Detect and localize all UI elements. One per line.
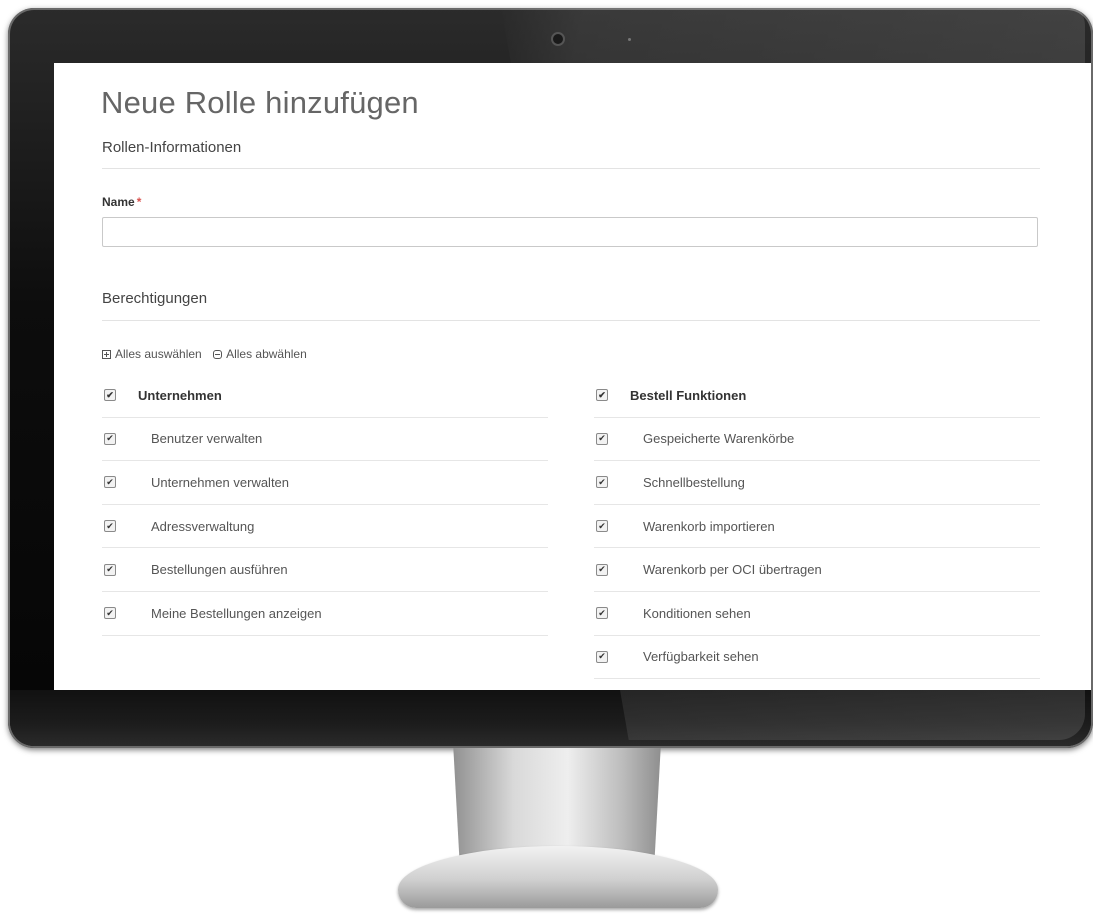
permission-label: Konditionen sehen <box>643 605 751 621</box>
permission-row[interactable]: ✔ Bestellungen ausführen <box>102 548 548 592</box>
permission-label: Schnellbestellung <box>643 474 745 490</box>
checkbox-checked-icon[interactable]: ✔ <box>596 476 608 489</box>
plus-square-icon <box>102 349 111 359</box>
checkbox-checked-icon[interactable]: ✔ <box>104 520 116 533</box>
permission-row[interactable]: ✔ Meine Bestellungen anzeigen <box>102 592 548 636</box>
permission-row[interactable]: ✔ Unternehmen verwalten <box>102 461 548 505</box>
deselect-all-link[interactable]: Alles abwählen <box>213 347 307 361</box>
checkbox-checked-icon[interactable]: ✔ <box>596 432 608 445</box>
light-sensor-icon <box>628 38 631 41</box>
permission-row[interactable]: ✔ Warenkorb per OCI übertragen <box>594 548 1040 592</box>
permission-row[interactable]: ✔ Warenkorb importieren <box>594 505 1040 549</box>
permission-row[interactable]: ✔ Verfügbarkeit sehen <box>594 636 1040 680</box>
permission-group-row[interactable]: ✔ Unternehmen <box>102 374 548 418</box>
permission-label: Warenkorb per OCI übertragen <box>643 562 822 578</box>
permission-label: Benutzer verwalten <box>151 431 263 447</box>
checkbox-checked-icon[interactable]: ✔ <box>104 563 116 576</box>
section-title-role-info: Rollen-Informationen <box>102 139 242 156</box>
permission-group-order-functions: ✔ Bestell Funktionen ✔ Gespeicherte Ware… <box>594 374 1040 680</box>
permission-group-company: ✔ Unternehmen ✔ Benutzer verwalten ✔ Unt… <box>102 374 548 636</box>
permission-row[interactable]: ✔ Adressverwaltung <box>102 505 548 549</box>
checkbox-checked-icon[interactable]: ✔ <box>596 650 608 663</box>
required-marker: * <box>136 195 142 209</box>
permission-group-row[interactable]: ✔ Bestell Funktionen <box>594 374 1040 418</box>
permission-group-label: Unternehmen <box>138 387 222 403</box>
deselect-all-label: Alles abwählen <box>226 347 307 361</box>
checkbox-checked-icon[interactable]: ✔ <box>104 389 116 402</box>
select-all-link[interactable]: Alles auswählen <box>102 347 202 361</box>
webcam-icon <box>551 32 565 46</box>
select-all-label: Alles auswählen <box>115 347 202 361</box>
checkbox-checked-icon[interactable]: ✔ <box>104 476 116 489</box>
permission-label: Adressverwaltung <box>151 518 255 534</box>
permission-label: Bestellungen ausführen <box>151 562 288 578</box>
permission-group-label: Bestell Funktionen <box>630 387 747 403</box>
checkbox-checked-icon[interactable]: ✔ <box>596 563 608 576</box>
minus-square-icon <box>213 349 223 359</box>
name-label-text: Name <box>102 195 135 209</box>
checkbox-checked-icon[interactable]: ✔ <box>596 520 608 533</box>
page-title: Neue Rolle hinzufügen <box>101 85 419 120</box>
checkbox-checked-icon[interactable]: ✔ <box>104 432 116 445</box>
checkbox-checked-icon[interactable]: ✔ <box>104 607 116 620</box>
permission-label: Verfügbarkeit sehen <box>643 649 759 665</box>
section-title-permissions: Berechtigungen <box>102 290 208 307</box>
permission-label: Meine Bestellungen anzeigen <box>151 605 322 621</box>
permission-row[interactable]: ✔ Gespeicherte Warenkörbe <box>594 418 1040 462</box>
divider <box>102 320 1040 321</box>
selection-actions: Alles auswählen Alles abwählen <box>102 347 315 362</box>
name-field-label: Name * <box>102 195 141 209</box>
permission-row[interactable]: ✔ Schnellbestellung <box>594 461 1040 505</box>
screen: Neue Rolle hinzufügen Rollen-Information… <box>54 63 1091 690</box>
permission-label: Gespeicherte Warenkörbe <box>643 431 795 447</box>
permission-row[interactable]: ✔ Benutzer verwalten <box>102 418 548 462</box>
checkbox-checked-icon[interactable]: ✔ <box>596 389 608 402</box>
permission-label: Unternehmen verwalten <box>151 474 290 490</box>
role-name-input[interactable] <box>102 217 1038 247</box>
permission-label: Warenkorb importieren <box>643 518 775 534</box>
checkbox-checked-icon[interactable]: ✔ <box>596 607 608 620</box>
divider <box>102 168 1040 169</box>
permission-row[interactable]: ✔ Konditionen sehen <box>594 592 1040 636</box>
monitor-stand-base <box>398 846 718 908</box>
monitor-chin <box>10 690 1091 746</box>
